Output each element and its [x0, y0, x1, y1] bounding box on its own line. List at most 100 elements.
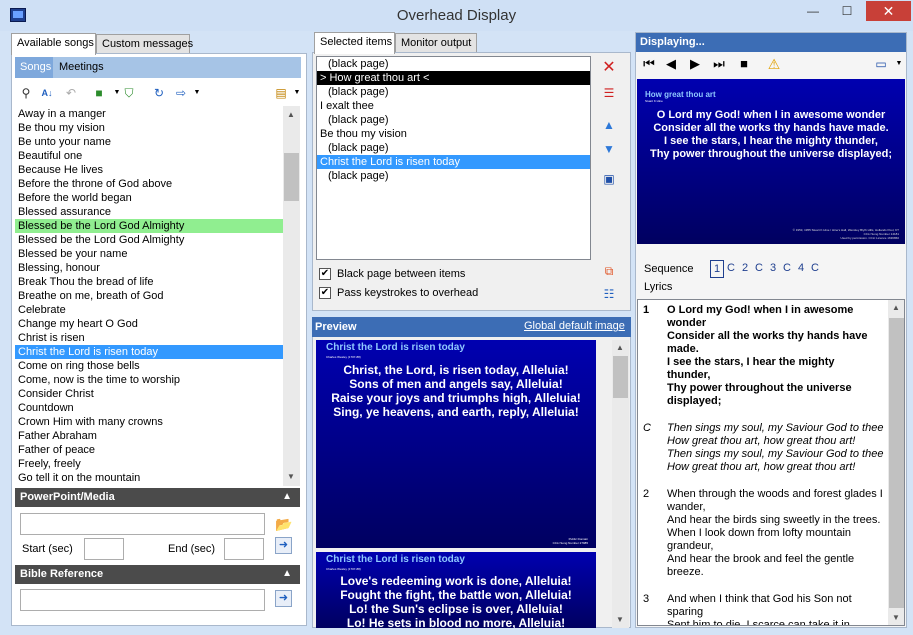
sequence-item[interactable]: C [780, 260, 794, 278]
export-dropdown-icon[interactable]: ▼ [188, 84, 206, 102]
selected-item[interactable]: (black page) [317, 113, 590, 127]
sequence-item[interactable]: 1 [710, 260, 724, 278]
undo-icon[interactable]: ↶ [62, 84, 80, 102]
sequence-item[interactable]: 2 [738, 260, 752, 278]
song-list-item[interactable]: Break Thou the bread of life [15, 275, 283, 289]
preview-slide-2[interactable]: Christ the Lord is risen today Charles W… [316, 552, 596, 628]
close-button[interactable]: ✕ [866, 1, 911, 21]
monitor-icon[interactable]: ▣ [600, 170, 618, 188]
start-sec-input[interactable] [84, 538, 124, 560]
minimize-button[interactable]: — [800, 1, 826, 21]
scroll-up-arrow[interactable]: ▲ [892, 303, 900, 312]
song-list-item[interactable]: Christ the Lord is risen today [15, 345, 283, 359]
previous-icon[interactable]: ◀ [662, 55, 680, 73]
warning-icon[interactable]: ⚠ [765, 55, 783, 73]
selected-item[interactable]: Be thou my vision [317, 127, 590, 141]
bible-reference-header[interactable]: Bible Reference ▲ [15, 565, 300, 584]
song-list-item[interactable]: Father of peace [15, 443, 283, 457]
open-folder-icon[interactable]: 📂 [275, 515, 293, 533]
selected-items-list[interactable]: (black page) > How great thou art < (black… [316, 56, 591, 260]
last-page-icon[interactable]: ⏭ [710, 55, 728, 73]
song-list-item[interactable]: Change my heart O God [15, 317, 283, 331]
selected-item[interactable]: > How great thou art < [317, 71, 590, 85]
tab-selected-items[interactable]: Selected items [314, 32, 395, 54]
sequence-item[interactable]: C [724, 260, 738, 278]
list-icon[interactable]: ☷ [600, 285, 618, 303]
tab-available-songs[interactable]: Available songs [11, 33, 96, 55]
song-list-item[interactable]: Celebrate [15, 303, 283, 317]
sequence-item[interactable]: C [808, 260, 822, 278]
display-dropdown-icon[interactable]: ▼ [890, 55, 908, 73]
sequence-item[interactable]: C [752, 260, 766, 278]
display-monitor-icon[interactable]: ▭ [872, 55, 890, 73]
stop-icon[interactable]: ■ [735, 55, 753, 73]
sort-az-icon[interactable]: A↓ [38, 84, 56, 102]
song-list[interactable]: Away in a manger Be thou my vision Be unto… [15, 106, 300, 486]
subtab-songs[interactable]: Songs [15, 57, 53, 78]
scroll-down-arrow[interactable]: ▼ [892, 613, 900, 622]
song-list-scrollbar[interactable]: ▲ ▼ [283, 106, 300, 486]
delete-icon[interactable]: ✕ [600, 59, 618, 77]
song-list-item[interactable]: Countdown [15, 401, 283, 415]
scroll-thumb[interactable] [284, 153, 299, 201]
bible-go-button[interactable]: ➜ [275, 590, 292, 607]
song-list-item[interactable]: Go tell it on the mountain [15, 471, 283, 485]
maximize-button[interactable]: ☐ [834, 1, 860, 21]
displaying-slide[interactable]: How great thou art Stuart K Hine O Lord … [637, 79, 905, 244]
find-icon[interactable]: ⚲ [17, 84, 35, 102]
black-page-checkbox[interactable]: ✔ [319, 268, 331, 280]
song-list-item[interactable]: Before the world began [15, 191, 283, 205]
song-list-item[interactable]: Because He lives [15, 163, 283, 177]
selected-item[interactable]: (black page) [317, 169, 590, 183]
collapse-icon[interactable]: ▲ [282, 491, 292, 502]
filter-icon[interactable]: ⛉ [120, 84, 138, 102]
media-path-input[interactable] [20, 513, 265, 535]
song-list-item[interactable]: Blessed be the Lord God Almighty [15, 233, 283, 247]
book-icon[interactable]: ■ [90, 84, 108, 102]
song-list-item[interactable]: Breathe on me, breath of God [15, 289, 283, 303]
sequence-item[interactable]: 3 [766, 260, 780, 278]
song-list-item[interactable]: Away in a manger [15, 107, 283, 121]
song-list-item[interactable]: Consider Christ [15, 387, 283, 401]
song-list-item[interactable]: Come on ring those bells [15, 359, 283, 373]
copy-icon[interactable]: ⧉ [600, 262, 618, 280]
preview-slide-1[interactable]: Christ the Lord is risen today Charles W… [316, 340, 596, 548]
song-list-item[interactable]: Be unto your name [15, 135, 283, 149]
song-list-item[interactable]: Christ is risen [15, 331, 283, 345]
song-list-item[interactable]: Be thou my vision [15, 121, 283, 135]
scroll-thumb[interactable] [889, 318, 904, 608]
selected-item[interactable]: (black page) [317, 85, 590, 99]
selected-item[interactable]: (black page) [317, 57, 590, 71]
scroll-up-arrow[interactable]: ▲ [616, 343, 624, 352]
song-list-item[interactable]: Freely, freely [15, 457, 283, 471]
tab-custom-messages[interactable]: Custom messages [96, 34, 193, 54]
song-list-item[interactable]: Come, now is the time to worship [15, 373, 283, 387]
selected-item[interactable]: (black page) [317, 141, 590, 155]
song-list-item[interactable]: Crown Him with many crowns [15, 415, 283, 429]
pass-keystrokes-checkbox[interactable]: ✔ [319, 287, 331, 299]
selected-item[interactable]: I exalt thee [317, 99, 590, 113]
end-sec-input[interactable] [224, 538, 264, 560]
global-default-image-link[interactable]: Global default image [524, 320, 625, 332]
refresh-icon[interactable]: ↻ [150, 84, 168, 102]
song-list-item[interactable]: Blessing, honour [15, 261, 283, 275]
move-up-icon[interactable]: ▲ [600, 116, 618, 134]
scroll-down-arrow[interactable]: ▼ [287, 472, 295, 481]
media-go-button[interactable]: ➜ [275, 537, 292, 554]
lyrics-box[interactable]: 1O Lord my God! when I in awesome wonder C… [637, 299, 905, 626]
scroll-thumb[interactable] [613, 356, 628, 398]
tab-monitor-output[interactable]: Monitor output [395, 33, 477, 53]
song-list-item[interactable]: Blessed be your name [15, 247, 283, 261]
sequence-item[interactable]: 4 [794, 260, 808, 278]
song-list-item[interactable]: Blessed be the Lord God Almighty [15, 219, 283, 233]
song-list-item[interactable]: Blessed assurance [15, 205, 283, 219]
bible-reference-input[interactable] [20, 589, 265, 611]
move-down-icon[interactable]: ▼ [600, 140, 618, 158]
song-list-item[interactable]: Beautiful one [15, 149, 283, 163]
powerpoint-media-header[interactable]: PowerPoint/Media ▲ [15, 488, 300, 507]
scroll-down-arrow[interactable]: ▼ [616, 615, 624, 624]
scroll-up-arrow[interactable]: ▲ [287, 110, 295, 119]
collapse-icon[interactable]: ▲ [282, 568, 292, 579]
selected-item[interactable]: Christ the Lord is risen today [317, 155, 590, 169]
next-icon[interactable]: ▶ [686, 55, 704, 73]
